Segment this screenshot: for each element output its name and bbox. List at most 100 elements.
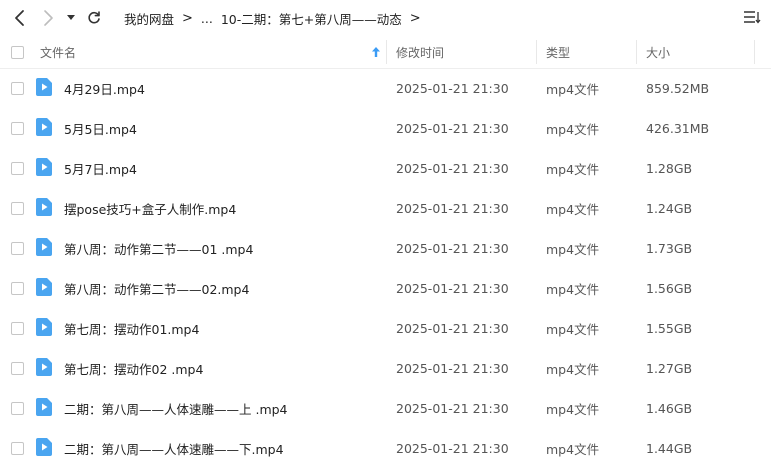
breadcrumb-root[interactable]: 我的网盘	[124, 9, 174, 28]
file-size: 1.27GB	[646, 360, 693, 376]
video-file-icon	[36, 278, 52, 296]
file-modified: 2025-01-21 21:30	[396, 280, 509, 296]
column-divider[interactable]	[386, 40, 387, 64]
file-modified: 2025-01-21 21:30	[396, 120, 509, 136]
top-navigation-bar: 我的网盘 > ... 10-二期：第七+第八周——动态 >	[0, 0, 771, 36]
file-size: 1.73GB	[646, 240, 693, 256]
row-checkbox[interactable]	[11, 402, 24, 415]
sort-asc-button[interactable]	[372, 36, 380, 68]
file-type: mp4文件	[546, 81, 600, 97]
file-size: 1.24GB	[646, 200, 693, 216]
sort-up-arrow-icon	[372, 47, 380, 57]
row-checkbox[interactable]	[11, 122, 24, 135]
file-type: mp4文件	[546, 441, 600, 457]
file-name[interactable]: 5月7日.mp4	[64, 148, 137, 188]
row-checkbox[interactable]	[11, 322, 24, 335]
file-modified: 2025-01-21 21:30	[396, 440, 509, 456]
file-name[interactable]: 第七周：摆动作02 .mp4	[64, 348, 203, 388]
file-modified: 2025-01-21 21:30	[396, 200, 509, 216]
file-type: mp4文件	[546, 281, 600, 297]
row-checkbox[interactable]	[11, 82, 24, 95]
column-divider[interactable]	[754, 40, 755, 64]
file-name[interactable]: 第八周：动作第二节——02.mp4	[64, 268, 249, 308]
table-row[interactable]: 二期：第八周——人体速雕——上 .mp4 2025-01-21 21:30 mp…	[0, 388, 771, 428]
history-dropdown-button[interactable]	[64, 8, 78, 28]
column-divider[interactable]	[536, 40, 537, 64]
breadcrumb-separator: >	[182, 10, 193, 26]
refresh-button[interactable]	[84, 7, 104, 29]
breadcrumb-ellipsis[interactable]: ...	[201, 11, 213, 26]
file-name[interactable]: 4月29日.mp4	[64, 68, 145, 108]
file-modified: 2025-01-21 21:30	[396, 80, 509, 96]
file-name[interactable]: 二期：第八周——人体速雕——下.mp4	[64, 428, 284, 468]
header-modified[interactable]: 修改时间	[396, 36, 444, 68]
file-name[interactable]: 二期：第八周——人体速雕——上 .mp4	[64, 388, 288, 428]
table-row[interactable]: 4月29日.mp4 2025-01-21 21:30 mp4文件 859.52M…	[0, 68, 771, 108]
table-row[interactable]: 第八周：动作第二节——01 .mp4 2025-01-21 21:30 mp4文…	[0, 228, 771, 268]
file-name[interactable]: 摆pose技巧+盒子人制作.mp4	[64, 188, 236, 228]
file-modified: 2025-01-21 21:30	[396, 400, 509, 416]
file-size: 426.31MB	[646, 120, 710, 136]
chevron-left-icon	[15, 10, 24, 26]
video-file-icon	[36, 238, 52, 256]
video-file-icon	[36, 358, 52, 376]
refresh-icon	[88, 11, 100, 24]
file-size: 1.55GB	[646, 320, 693, 336]
file-name[interactable]: 第七周：摆动作01.mp4	[64, 308, 199, 348]
row-checkbox[interactable]	[11, 202, 24, 215]
file-modified: 2025-01-21 21:30	[396, 360, 509, 376]
table-row[interactable]: 5月5日.mp4 2025-01-21 21:30 mp4文件 426.31MB	[0, 108, 771, 148]
video-file-icon	[36, 198, 52, 216]
breadcrumb-current-folder[interactable]: 10-二期：第七+第八周——动态	[221, 9, 402, 28]
video-file-icon	[36, 118, 52, 136]
video-file-icon	[36, 438, 52, 456]
select-all-checkbox[interactable]	[11, 46, 24, 59]
row-checkbox[interactable]	[11, 362, 24, 375]
file-type: mp4文件	[546, 241, 600, 257]
file-list-header: 文件名 修改时间 类型 大小	[0, 36, 771, 69]
table-row[interactable]: 第八周：动作第二节——02.mp4 2025-01-21 21:30 mp4文件…	[0, 268, 771, 308]
view-mode-button[interactable]	[743, 9, 761, 27]
file-name[interactable]: 5月5日.mp4	[64, 108, 137, 148]
video-file-icon	[36, 158, 52, 176]
header-type[interactable]: 类型	[546, 36, 570, 68]
file-size: 1.28GB	[646, 160, 693, 176]
file-name[interactable]: 第八周：动作第二节——01 .mp4	[64, 228, 253, 268]
column-divider[interactable]	[636, 40, 637, 64]
file-type: mp4文件	[546, 121, 600, 137]
file-type: mp4文件	[546, 401, 600, 417]
table-row[interactable]: 第七周：摆动作02 .mp4 2025-01-21 21:30 mp4文件 1.…	[0, 348, 771, 388]
table-row[interactable]: 摆pose技巧+盒子人制作.mp4 2025-01-21 21:30 mp4文件…	[0, 188, 771, 228]
video-file-icon	[36, 318, 52, 336]
file-size: 1.56GB	[646, 280, 693, 296]
row-checkbox[interactable]	[11, 442, 24, 455]
row-checkbox[interactable]	[11, 162, 24, 175]
file-size: 859.52MB	[646, 80, 710, 96]
chevron-right-icon	[44, 10, 53, 26]
file-type: mp4文件	[546, 321, 600, 337]
row-checkbox[interactable]	[11, 282, 24, 295]
file-type: mp4文件	[546, 161, 600, 177]
file-modified: 2025-01-21 21:30	[396, 160, 509, 176]
caret-down-icon	[67, 15, 75, 20]
file-size: 1.46GB	[646, 400, 693, 416]
table-row[interactable]: 二期：第八周——人体速雕——下.mp4 2025-01-21 21:30 mp4…	[0, 428, 771, 468]
row-checkbox[interactable]	[11, 242, 24, 255]
breadcrumb: 我的网盘 > ... 10-二期：第七+第八周——动态 >	[124, 8, 429, 28]
forward-button[interactable]	[38, 6, 60, 30]
table-row[interactable]: 5月7日.mp4 2025-01-21 21:30 mp4文件 1.28GB	[0, 148, 771, 188]
file-size: 1.44GB	[646, 440, 693, 456]
file-list: 4月29日.mp4 2025-01-21 21:30 mp4文件 859.52M…	[0, 68, 771, 468]
header-size[interactable]: 大小	[646, 36, 670, 68]
header-name[interactable]: 文件名	[40, 36, 76, 68]
file-type: mp4文件	[546, 201, 600, 217]
file-modified: 2025-01-21 21:30	[396, 240, 509, 256]
video-file-icon	[36, 78, 52, 96]
file-modified: 2025-01-21 21:30	[396, 320, 509, 336]
breadcrumb-separator[interactable]: >	[410, 11, 421, 26]
table-row[interactable]: 第七周：摆动作01.mp4 2025-01-21 21:30 mp4文件 1.5…	[0, 308, 771, 348]
file-type: mp4文件	[546, 361, 600, 377]
file-browser-window: 我的网盘 > ... 10-二期：第七+第八周——动态 > 文件名 修改时间 类…	[0, 0, 771, 469]
back-button[interactable]	[8, 6, 30, 30]
list-view-icon	[744, 11, 761, 24]
